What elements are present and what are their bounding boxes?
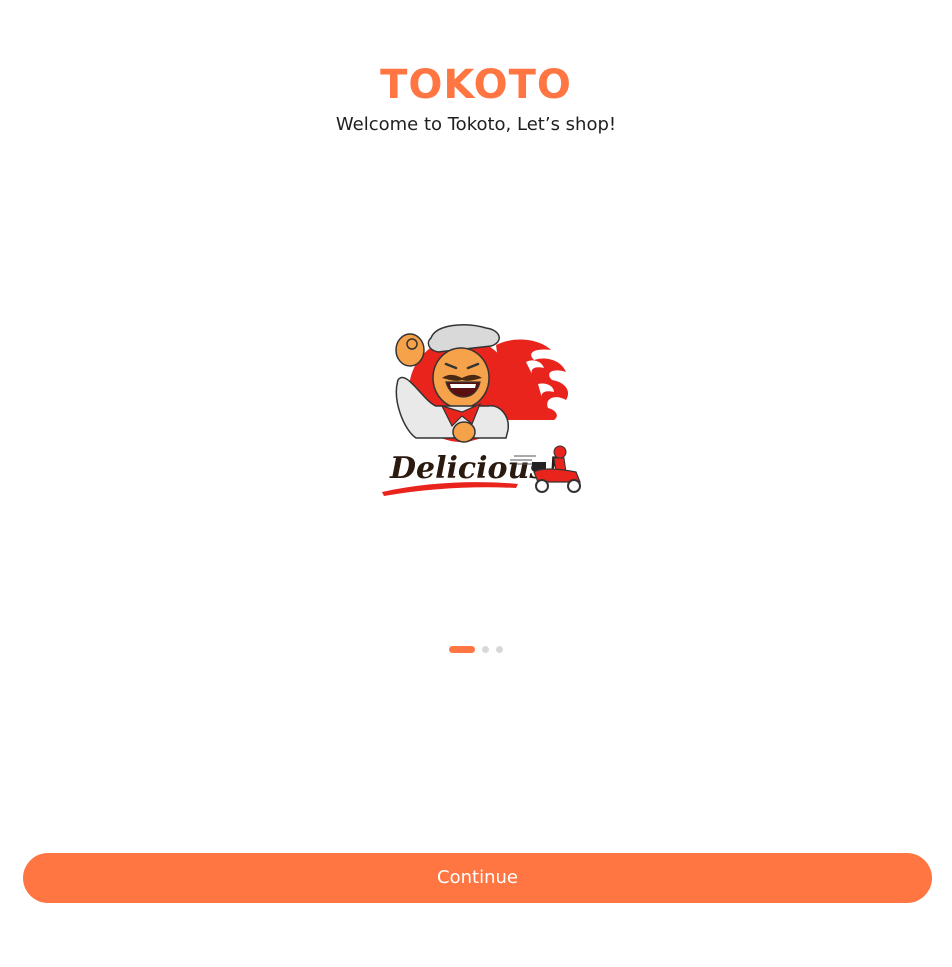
- flame-icon: [496, 339, 569, 420]
- page-dot-active: [449, 646, 475, 653]
- page-dot: [482, 646, 489, 653]
- continue-button[interactable]: Continue: [23, 853, 932, 903]
- tagline: Welcome to Tokoto, Let’s shop!: [335, 114, 617, 135]
- splash-illustration: Delicious!: [382, 324, 581, 496]
- page-indicator: [0, 646, 952, 653]
- brand-title: TOKOTO: [380, 62, 572, 108]
- page-dot: [496, 646, 503, 653]
